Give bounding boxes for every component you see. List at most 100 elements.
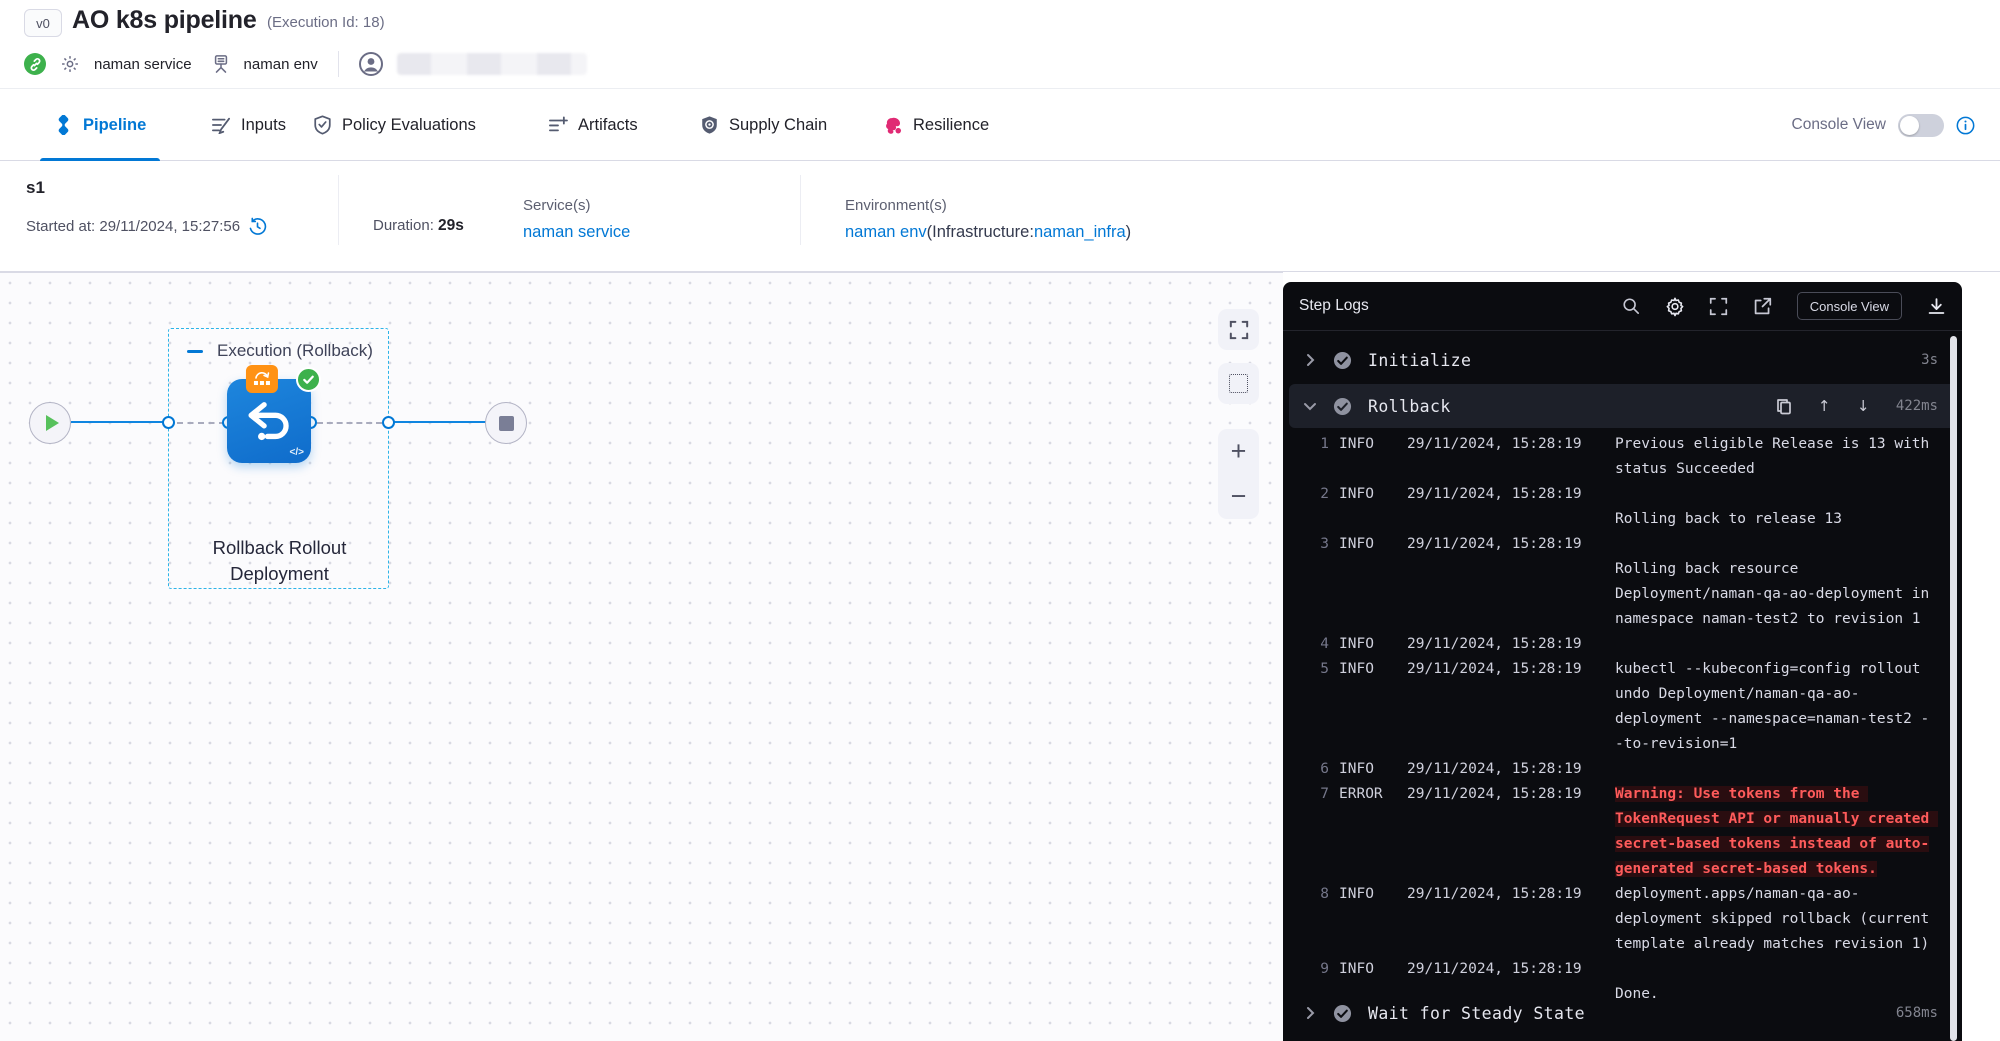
- tab-pipeline[interactable]: Pipeline: [54, 89, 146, 161]
- execution-id: (Execution Id: 18): [267, 14, 385, 31]
- tab-pipeline-label: Pipeline: [83, 116, 146, 135]
- page-title: AO k8s pipeline: [72, 6, 257, 35]
- chevron-right-icon[interactable]: [1303, 353, 1317, 367]
- tab-policy-evaluations-label: Policy Evaluations: [342, 116, 476, 135]
- inputs-icon: [211, 116, 231, 134]
- step-logs-panel: Step Logs: [1283, 282, 1962, 1041]
- execution-group-label: Execution (Rollback): [217, 341, 373, 361]
- artifacts-icon: [548, 116, 568, 134]
- console-view-label: Console View: [1792, 116, 1887, 134]
- redacted-user-info: [397, 53, 587, 75]
- step-logs-header: Step Logs: [1283, 282, 1962, 331]
- step-success-icon: [1333, 397, 1352, 416]
- header-environment-name[interactable]: naman env: [244, 56, 318, 73]
- step-success-icon: [1333, 1004, 1352, 1023]
- tab-policy-evaluations[interactable]: Policy Evaluations: [313, 89, 476, 161]
- step-row-wait-for-steady-state[interactable]: Wait for Steady State 658ms: [1289, 991, 1956, 1035]
- download-logs-icon[interactable]: [1926, 296, 1946, 316]
- canvas-select-button[interactable]: [1218, 363, 1259, 404]
- stop-icon: [499, 416, 514, 431]
- duration-label: Duration:: [373, 217, 434, 234]
- open-in-new-icon[interactable]: [1753, 296, 1773, 316]
- rollout-deployment-badge: [246, 365, 278, 393]
- supply-chain-shield-icon: [700, 115, 719, 135]
- log-line: 2INFO29/11/2024, 15:28:19 Rolling back t…: [1283, 482, 1943, 532]
- tab-inputs[interactable]: Inputs: [211, 89, 286, 161]
- success-check-badge: [296, 367, 321, 392]
- rollback-step-node[interactable]: </>: [227, 379, 311, 463]
- toggle-knob: [1900, 116, 1919, 135]
- service-link[interactable]: naman service: [523, 223, 630, 242]
- marquee-icon: [1229, 374, 1248, 393]
- log-lines[interactable]: 1INFO29/11/2024, 15:28:19Previous eligib…: [1283, 432, 1943, 1007]
- chevron-right-icon[interactable]: [1303, 1006, 1317, 1020]
- step-success-icon: [1333, 351, 1352, 370]
- stage-services: Service(s) naman service: [523, 197, 630, 242]
- environment-icon: [212, 54, 230, 74]
- tab-resilience[interactable]: Resilience: [884, 89, 989, 161]
- log-line: 6INFO29/11/2024, 15:28:19: [1283, 757, 1943, 782]
- stage-duration: Duration: 29s: [373, 217, 464, 235]
- log-search-icon[interactable]: [1621, 296, 1641, 316]
- port-dot: [162, 416, 175, 429]
- pipeline-start-node[interactable]: [29, 402, 71, 444]
- log-scrollbar[interactable]: [1950, 336, 1957, 1041]
- tab-supply-chain-label: Supply Chain: [729, 116, 827, 135]
- rollback-arrow-icon: [243, 395, 295, 447]
- step-duration: 422ms: [1896, 398, 1938, 414]
- tab-artifacts[interactable]: Artifacts: [548, 89, 638, 161]
- infrastructure-suffix: ): [1126, 223, 1132, 242]
- pipeline-icon: [54, 115, 73, 135]
- started-at-label: Started at: 29/11/2024, 15:27:56: [26, 218, 240, 235]
- service-gear-icon: [60, 54, 80, 74]
- environments-label: Environment(s): [845, 197, 1131, 214]
- environment-link[interactable]: naman env: [845, 223, 927, 242]
- pipeline-canvas[interactable]: Execution (Rollback) Rollback Rollout De…: [0, 272, 1283, 1041]
- log-console-view-button[interactable]: Console View: [1797, 292, 1902, 320]
- edge-start-to-group: [71, 421, 169, 423]
- resilience-chaos-icon: [884, 116, 903, 135]
- step-name: Initialize: [1368, 351, 1471, 370]
- zoom-in-button[interactable]: +: [1218, 429, 1259, 474]
- play-icon: [46, 415, 59, 431]
- copy-logs-icon[interactable]: [1776, 398, 1792, 415]
- log-line: 1INFO29/11/2024, 15:28:19Previous eligib…: [1283, 432, 1943, 482]
- step-name: Rollback: [1368, 397, 1451, 416]
- infrastructure-link[interactable]: naman_infra: [1034, 223, 1126, 242]
- services-label: Service(s): [523, 197, 630, 214]
- header-service-name[interactable]: naman service: [94, 56, 192, 73]
- step-node-label: Rollback Rollout Deployment: [169, 535, 390, 586]
- chevron-down-icon[interactable]: [1303, 402, 1317, 411]
- step-row-rollback[interactable]: Rollback ↑ ↓ 422ms: [1289, 384, 1956, 428]
- step-logs-title: Step Logs: [1299, 297, 1369, 315]
- step-duration: 658ms: [1896, 1005, 1938, 1021]
- code-glyph: </>: [290, 447, 304, 458]
- canvas-zoom-controls: + −: [1218, 429, 1259, 519]
- step-row-initialize[interactable]: Initialize 3s: [1289, 338, 1956, 382]
- stage-environments: Environment(s) naman env(Infrastructure:…: [845, 197, 1131, 242]
- infrastructure-prefix: (Infrastructure:: [927, 223, 1034, 242]
- duration-value: 29s: [438, 217, 464, 234]
- scroll-down-icon[interactable]: ↓: [1857, 397, 1870, 415]
- zoom-out-button[interactable]: −: [1218, 474, 1259, 519]
- stage-name: s1: [26, 178, 45, 198]
- policy-shield-icon: [313, 115, 332, 135]
- port-dot: [382, 416, 395, 429]
- console-view-toggle[interactable]: [1898, 114, 1944, 137]
- log-settings-gear-icon[interactable]: [1665, 296, 1685, 316]
- collapse-group-icon[interactable]: [187, 350, 203, 353]
- tab-artifacts-label: Artifacts: [578, 116, 638, 135]
- tab-inputs-label: Inputs: [241, 116, 286, 135]
- info-icon[interactable]: [1956, 116, 1975, 135]
- scroll-up-icon[interactable]: ↑: [1818, 397, 1831, 415]
- log-line: 7ERROR29/11/2024, 15:28:19Warning: Use t…: [1283, 782, 1943, 882]
- canvas-fullscreen-button[interactable]: [1218, 309, 1259, 350]
- tab-supply-chain[interactable]: Supply Chain: [700, 89, 827, 161]
- pipeline-end-node[interactable]: [485, 402, 527, 444]
- tab-resilience-label: Resilience: [913, 116, 989, 135]
- log-line: 4INFO29/11/2024, 15:28:19: [1283, 632, 1943, 657]
- stagebar-divider: [338, 175, 339, 245]
- history-icon[interactable]: [248, 217, 267, 236]
- step-name: Wait for Steady State: [1368, 1004, 1585, 1023]
- log-fullscreen-icon[interactable]: [1709, 296, 1729, 316]
